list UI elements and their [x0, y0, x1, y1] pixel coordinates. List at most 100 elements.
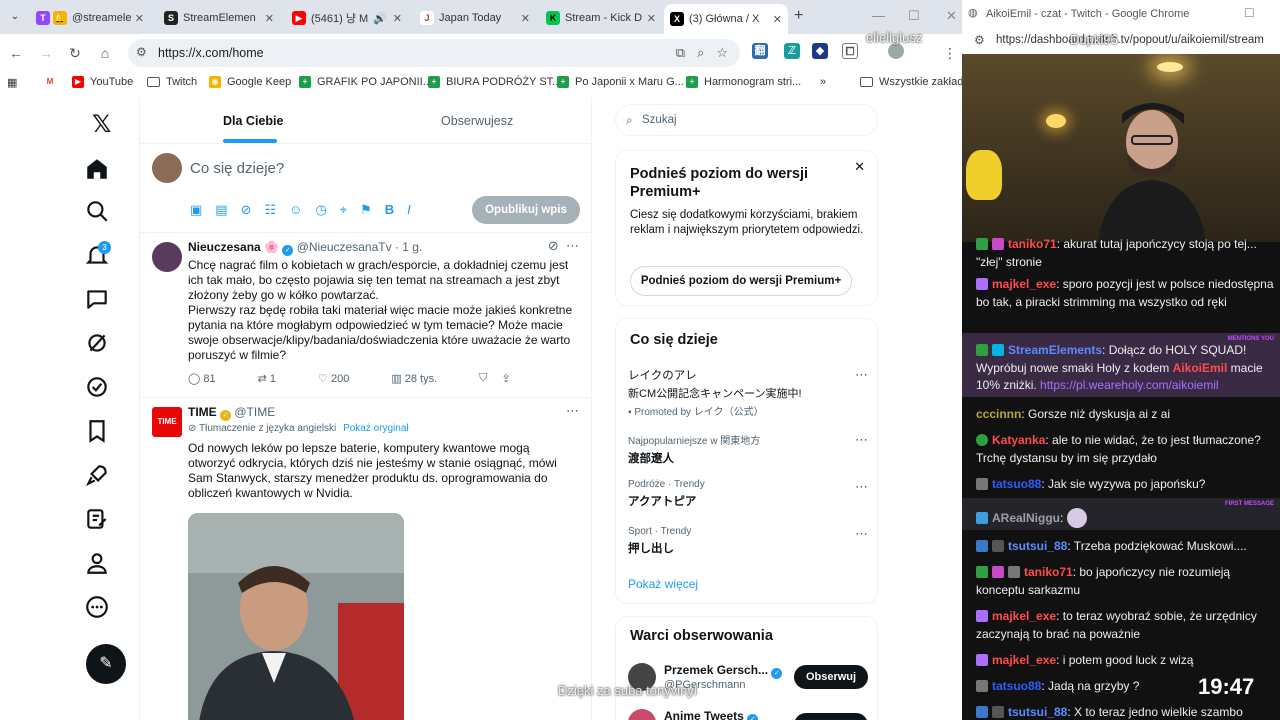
cast-icon[interactable]: ⧉ [676, 45, 685, 61]
follow-button[interactable] [794, 713, 868, 720]
gmail-bookmark[interactable]: M [44, 76, 62, 88]
compose-input[interactable]: Co się dzieje? [190, 160, 284, 177]
menu-kebab-icon[interactable]: ⋮ [940, 43, 960, 63]
tweet-more-icon[interactable]: ⊘ ⋯ [548, 238, 579, 254]
trend-more-icon[interactable]: ⋯ [855, 432, 868, 448]
tab-for-you[interactable]: Dla Ciebie [223, 114, 283, 128]
views-button[interactable]: ▥ 28 tys. [391, 372, 437, 385]
bold-icon[interactable]: B [385, 202, 394, 218]
forward-icon[interactable]: → [36, 43, 56, 63]
retweet-button[interactable]: ⇄ 1 [258, 372, 276, 385]
time-logo-avatar[interactable]: TIME [152, 407, 182, 437]
more-circle-icon[interactable] [84, 594, 110, 620]
close-icon[interactable]: ✕ [265, 12, 274, 25]
chat-address-bar[interactable]: ⚙ https://dashboard.twitch.tv/popout/u/a… [962, 28, 1280, 54]
bookmark-tweet-icon[interactable]: ⛉ [479, 372, 487, 385]
suggestion-avatar[interactable] [628, 709, 656, 720]
site-settings-icon[interactable]: ⚙ [974, 33, 985, 47]
premium-upgrade-button[interactable]: Podnieś poziom do wersji Premium+ [630, 266, 852, 296]
chat-username[interactable]: StreamElements [1008, 343, 1102, 357]
reply-button[interactable]: ◯ 81 [188, 372, 216, 385]
chat-username[interactable]: cccinnn [976, 407, 1021, 421]
home-icon[interactable] [84, 156, 110, 182]
explore-search-icon[interactable] [84, 198, 110, 224]
schedule-icon[interactable]: ◷ [315, 202, 326, 218]
trend-more-icon[interactable]: ⋯ [855, 526, 868, 542]
search-box[interactable]: ⌕ Szukaj [615, 104, 878, 136]
home-icon[interactable]: ⌂ [95, 43, 115, 63]
tab-following[interactable]: Obserwujesz [441, 114, 513, 128]
location-icon[interactable]: ⌖ [340, 202, 347, 218]
bookmark-grafik[interactable]: + GRAFIK PO JAPONII... [299, 76, 432, 88]
trend-item[interactable]: Najpopularniejsze w 関東地方 渡部遼人 ⋯ [628, 432, 868, 466]
chat-username[interactable]: ARealNiggu [992, 511, 1060, 525]
browser-tab-active[interactable]: X (3) Główna / X ✕ [664, 4, 788, 34]
browser-tab[interactable]: K Stream - Kick D ✕ [540, 4, 662, 32]
tweet-video-thumbnail[interactable] [188, 513, 404, 720]
tweet[interactable]: Nieuczesana 🌸 ✓ @NieuczesanaTv · 1 g. ⊘ … [140, 234, 591, 398]
bookmark-star-icon[interactable]: ☆ [716, 45, 728, 61]
chat-username[interactable]: majkel_exe [992, 277, 1056, 291]
tweet-time[interactable]: · 1 g. [395, 240, 422, 254]
maximize-icon[interactable]: ☐ [908, 8, 920, 24]
all-bookmarks[interactable]: Wszystkie zakładki [860, 76, 962, 88]
extension-shield-icon[interactable]: ◆ [812, 43, 828, 59]
trend-item[interactable]: レイクのアレ 新CM公開記念キャンペーン実施中! ▪ Promoted by レ… [628, 367, 868, 418]
chat-username[interactable]: majkel_exe [992, 609, 1056, 623]
gif-icon[interactable]: ▤ [215, 202, 227, 218]
trend-item[interactable]: Sport · Trendy 押し出し ⋯ [628, 526, 868, 556]
chat-link[interactable]: https://pl.weareholy.com/aikoiemil [1040, 378, 1219, 392]
close-icon[interactable]: ✕ [393, 12, 402, 25]
verified-icon[interactable] [84, 374, 110, 400]
x-logo-icon[interactable]: 𝕏 [92, 110, 111, 139]
apps-grid-icon[interactable]: ▦ [7, 76, 17, 89]
speaker-icon[interactable]: 🔊 [373, 12, 387, 25]
suggestion-name-row[interactable]: Przemek Gersch... ✓ [664, 663, 783, 679]
poll-icon[interactable]: ☷ [265, 202, 277, 218]
bookmark-google-keep[interactable]: ◉ Google Keep [209, 76, 291, 88]
show-original-link[interactable]: Pokaż oryginał [343, 423, 409, 434]
minimize-icon[interactable]: — [872, 8, 885, 23]
tweet-author-avatar[interactable] [152, 242, 182, 272]
bookmark-biura[interactable]: + BIURA PODRÓŻY ST... [428, 76, 561, 88]
bookmark-po-japonii[interactable]: + Po Japonii x Maru G... [557, 76, 684, 88]
emoji-icon[interactable]: ☺ [289, 202, 302, 218]
tweet-author-name[interactable]: Nieuczesana [188, 240, 261, 254]
chat-username[interactable]: taniko71 [1008, 237, 1057, 251]
reload-icon[interactable]: ↻ [65, 43, 85, 63]
suggestion-name-row[interactable]: Anime Tweets ✓ [664, 709, 759, 720]
chat-username[interactable]: majkel_exe [992, 653, 1056, 667]
chat-username[interactable]: tsutsui_88 [1008, 705, 1067, 719]
browser-tab[interactable]: S StreamElemen ✕ [158, 4, 280, 32]
browser-tab[interactable]: ▶ (5461) 냥 ME 🔊 ✕ [286, 4, 408, 32]
follow-suggestion[interactable]: Anime Tweets ✓ [628, 707, 868, 720]
jobs-rocket-icon[interactable] [84, 462, 110, 488]
trend-item[interactable]: Podróże · Trendy アクアトピア ⋯ [628, 479, 868, 509]
bookmark-youtube[interactable]: ▶ YouTube [72, 76, 133, 88]
image-icon[interactable]: ▣ [190, 202, 202, 218]
chat-username[interactable]: tsutsui_88 [1008, 539, 1067, 553]
bookmarks-icon[interactable] [84, 418, 110, 444]
show-more-link[interactable]: Pokaż więcej [628, 577, 698, 591]
trend-more-icon[interactable]: ⋯ [855, 367, 868, 383]
profile-avatar[interactable] [888, 43, 904, 59]
extension-translate-icon[interactable]: 翻 [752, 43, 768, 59]
more-bookmarks-icon[interactable]: » [820, 76, 826, 88]
chat-username[interactable]: Katyanka [992, 433, 1045, 447]
zoom-icon[interactable]: ⌕ [697, 45, 704, 61]
close-window-icon[interactable]: ✕ [946, 8, 957, 24]
share-icon[interactable]: ⇪ [501, 372, 510, 385]
back-icon[interactable]: ← [6, 43, 26, 63]
address-bar[interactable]: ⚙ https://x.com/home ⧉ ⌕ ☆ [128, 39, 740, 67]
close-icon[interactable]: ✕ [647, 12, 656, 25]
like-button[interactable]: ♡ 200 [318, 372, 349, 385]
tweet-author-handle[interactable]: @NieuczesanaTv [297, 240, 392, 254]
trend-more-icon[interactable]: ⋯ [855, 479, 868, 495]
extensions-puzzle-icon[interactable]: ⧠ [842, 43, 858, 59]
address-url[interactable]: https://x.com/home [158, 46, 264, 60]
tab-search-button[interactable]: ⌄ [4, 6, 26, 28]
publish-button[interactable]: Opublikuj wpis [472, 196, 580, 224]
browser-tab[interactable]: T 🔔 @streamele ✕ [30, 4, 150, 32]
communities-icon[interactable] [84, 506, 110, 532]
grok-icon[interactable] [84, 330, 110, 356]
